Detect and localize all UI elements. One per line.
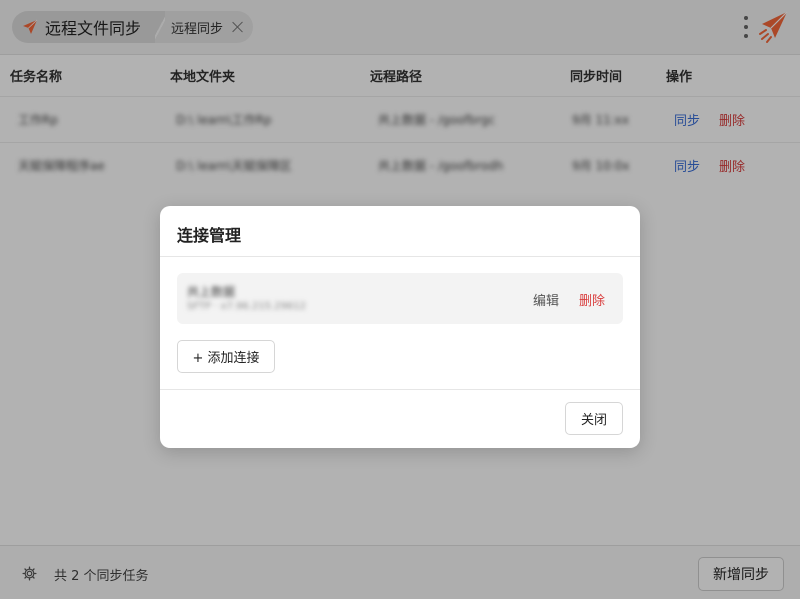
connection-detail: SFTP · x7.96.215.29612 xyxy=(187,301,307,312)
divider xyxy=(160,256,640,257)
edit-connection-button[interactable]: 编辑 xyxy=(533,290,559,309)
connection-manager-dialog: 连接管理 共上数据 SFTP · x7.96.215.29612 编辑 删除 +… xyxy=(160,206,640,448)
delete-connection-button[interactable]: 删除 xyxy=(579,290,605,309)
add-connection-button[interactable]: + 添加连接 xyxy=(177,340,275,373)
connection-name: 共上数据 xyxy=(187,285,236,299)
close-dialog-button[interactable]: 关闭 xyxy=(565,402,623,435)
dialog-title: 连接管理 xyxy=(177,226,242,245)
connection-item[interactable]: 共上数据 SFTP · x7.96.215.29612 编辑 删除 xyxy=(177,273,623,324)
divider xyxy=(160,389,640,390)
